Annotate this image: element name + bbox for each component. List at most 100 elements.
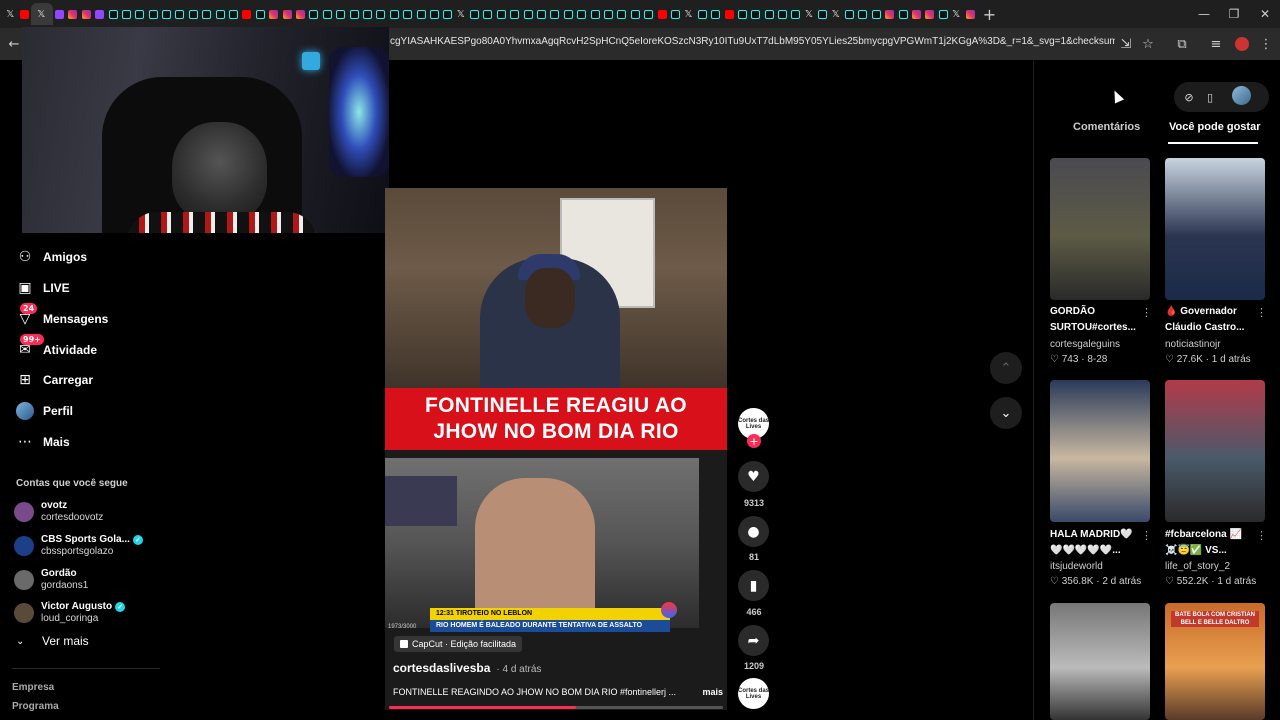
suggestion-user[interactable]: itsjudeworld	[1050, 561, 1103, 572]
browser-tab[interactable]	[254, 3, 267, 25]
footer-link-program[interactable]: Programa	[12, 701, 59, 712]
browser-tab[interactable]	[562, 3, 575, 25]
maximize-button[interactable]: ❐	[1219, 0, 1249, 28]
browser-tab[interactable]	[294, 3, 307, 25]
browser-tab[interactable]: 𝕏	[455, 3, 468, 25]
browser-tab[interactable]	[642, 3, 655, 25]
media-controls-icon[interactable]: ≡	[1206, 34, 1226, 54]
browser-tab[interactable]	[521, 3, 534, 25]
browser-tab[interactable]	[508, 3, 521, 25]
browser-tab[interactable]	[361, 3, 374, 25]
save-button[interactable]: ▮	[738, 570, 769, 601]
browser-tab[interactable]: 𝕏	[829, 3, 842, 25]
nav-messages[interactable]: ▽ 24 Mensagens	[16, 303, 108, 330]
close-window-button[interactable]: ✕	[1250, 0, 1280, 28]
new-tab-button[interactable]: +	[983, 5, 996, 24]
suggestion-title[interactable]: SURTOU#cortes...	[1050, 320, 1142, 336]
browser-tab[interactable]	[910, 3, 923, 25]
caption-more-button[interactable]: mais	[702, 687, 723, 697]
suggestion-thumbnail[interactable]	[1165, 158, 1265, 300]
browser-menu-icon[interactable]: ⋮	[1256, 34, 1276, 54]
browser-tab[interactable]: 𝕏	[950, 3, 963, 25]
browser-tab[interactable]	[669, 3, 682, 25]
browser-tab[interactable]	[280, 3, 293, 25]
minimize-button[interactable]: —	[1189, 0, 1219, 28]
video-progress-bar[interactable]	[389, 706, 723, 709]
capcut-tag[interactable]: CapCut · Edição facilitada	[394, 636, 523, 652]
explore-icon[interactable]: ⊘	[1178, 86, 1200, 108]
suggestion-title[interactable]: #fcbarcelona 📈	[1165, 527, 1257, 543]
browser-tab[interactable]	[414, 3, 427, 25]
browser-tab[interactable]	[267, 3, 280, 25]
browser-tab[interactable]	[535, 3, 548, 25]
browser-tab[interactable]	[66, 3, 79, 25]
following-account[interactable]: ovotz cortesdoovotz	[14, 500, 103, 523]
browser-tab[interactable]	[53, 3, 66, 25]
browser-tab[interactable]: 𝕏	[30, 3, 53, 25]
browser-tab[interactable]	[334, 3, 347, 25]
profile-icon[interactable]	[1232, 34, 1252, 54]
browser-tab[interactable]	[722, 3, 735, 25]
suggestion-title[interactable]: 🩸 Governador	[1165, 304, 1257, 320]
url-text[interactable]: cgYIASAHKAESPgo80A0YhvmxaAgqRcvH2SpHCnQ5…	[390, 36, 1115, 47]
suggestion-thumbnail[interactable]	[1165, 380, 1265, 522]
follow-plus-icon[interactable]: +	[747, 434, 761, 448]
suggestion-title[interactable]: GORDÃO	[1050, 304, 1142, 320]
suggestion-thumbnail[interactable]	[1050, 603, 1150, 720]
author-name[interactable]: cortesdaslivesba	[393, 661, 490, 675]
following-account[interactable]: Gordão gordaons1	[14, 568, 88, 591]
suggestion-title[interactable]: HALA MADRID🤍	[1050, 527, 1142, 543]
browser-tab[interactable]	[468, 3, 481, 25]
more-options-icon[interactable]: ⋮	[1141, 529, 1152, 542]
comment-button[interactable]: ●	[738, 516, 769, 547]
browser-tab[interactable]	[227, 3, 240, 25]
install-app-icon[interactable]: ⇲	[1116, 34, 1136, 54]
nav-live[interactable]: ▣ LIVE	[16, 277, 69, 299]
browser-tab[interactable]	[240, 3, 253, 25]
suggestion-thumbnail[interactable]	[1050, 380, 1150, 522]
browser-tab[interactable]	[843, 3, 856, 25]
share-button[interactable]: ➦	[738, 625, 769, 656]
browser-tab[interactable]	[147, 3, 160, 25]
browser-tab[interactable]	[160, 3, 173, 25]
browser-tab[interactable]	[696, 3, 709, 25]
browser-tab[interactable]: 𝕏	[682, 3, 695, 25]
suggestion-user[interactable]: noticiastinojr	[1165, 339, 1221, 350]
browser-tab[interactable]	[80, 3, 93, 25]
browser-tab[interactable]	[548, 3, 561, 25]
bookmark-star-icon[interactable]: ☆	[1138, 34, 1158, 54]
browser-tab[interactable]	[401, 3, 414, 25]
back-icon[interactable]: ←	[4, 34, 24, 54]
browser-tab[interactable]	[441, 3, 454, 25]
browser-tab[interactable]	[749, 3, 762, 25]
browser-tab[interactable]	[602, 3, 615, 25]
suggestion-title[interactable]: ☠️😇✅ VS...	[1165, 543, 1257, 559]
nav-upload[interactable]: ⊞ Carregar	[16, 369, 93, 391]
browser-tab[interactable]	[963, 3, 976, 25]
more-options-icon[interactable]: ⋮	[1256, 529, 1267, 542]
suggestion-title[interactable]: 🤍🤍🤍🤍🤍...	[1050, 543, 1142, 559]
nav-activity[interactable]: ✉ 99+ Atividade	[16, 334, 97, 361]
browser-tab[interactable]	[588, 3, 601, 25]
suggestion-thumbnail[interactable]: BATE BOLA COM CRISTIAN BELL E BELLE DALT…	[1165, 603, 1265, 720]
more-options-icon[interactable]: ⋮	[1141, 306, 1152, 319]
video-player[interactable]: FONTINELLE REAGIU AO JHOW NO BOM DIA RIO…	[385, 188, 727, 710]
browser-tab[interactable]: 𝕏	[803, 3, 816, 25]
see-more-button[interactable]: ⌄ Ver mais	[16, 634, 89, 648]
browser-tab[interactable]	[213, 3, 226, 25]
browser-tab[interactable]	[17, 3, 30, 25]
previous-video-button[interactable]: ⌃	[990, 352, 1022, 384]
browser-tab[interactable]	[173, 3, 186, 25]
mobile-icon[interactable]: ▯	[1199, 86, 1221, 108]
browser-tab[interactable]	[133, 3, 146, 25]
following-account[interactable]: CBS Sports Gola... ✓ cbssportsgolazo	[14, 534, 143, 557]
browser-tab[interactable]	[481, 3, 494, 25]
suggestion-title[interactable]: Cláudio Castro...	[1165, 320, 1257, 336]
browser-tab[interactable]	[655, 3, 668, 25]
browser-tab[interactable]	[93, 3, 106, 25]
browser-tab[interactable]	[762, 3, 775, 25]
browser-tab[interactable]	[883, 3, 896, 25]
browser-tab[interactable]: 𝕏	[4, 3, 17, 25]
browser-tab[interactable]	[388, 3, 401, 25]
browser-tab[interactable]	[120, 3, 133, 25]
